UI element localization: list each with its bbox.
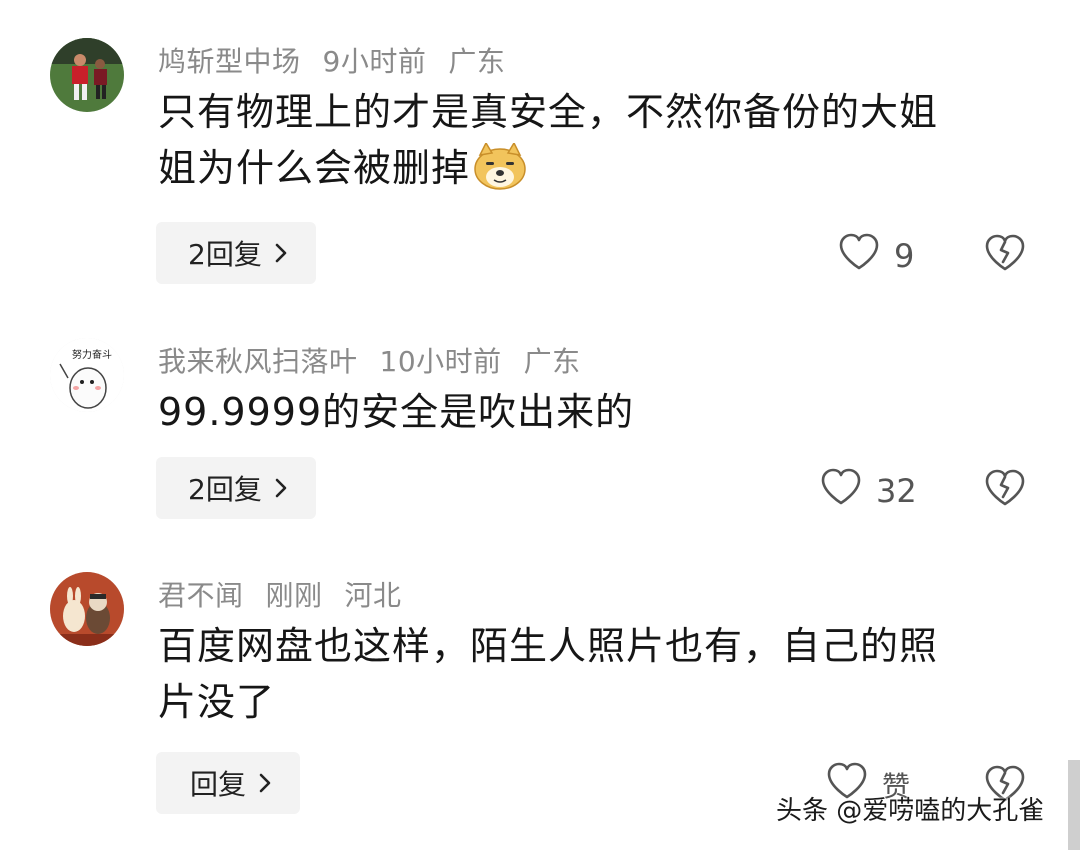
- broken-heart-icon: [985, 234, 1025, 271]
- reply-button[interactable]: 2回复: [156, 457, 316, 519]
- comment-text-line-2: 姐为什么会被删掉: [158, 146, 471, 190]
- doge-icon: [472, 141, 528, 206]
- comment-meta: 我来秋风扫落叶 10小时前 广东: [158, 340, 603, 380]
- like-button[interactable]: 32: [820, 468, 917, 514]
- comment-text: 只有物理上的才是真安全，不然你备份的大姐 姐为什么会被删掉: [158, 84, 1018, 206]
- reply-label: 回复: [190, 768, 247, 801]
- like-count: 32: [876, 472, 917, 510]
- timestamp: 9小时前: [322, 45, 427, 78]
- reply-label: 2回复: [188, 473, 262, 506]
- heart-icon: [820, 468, 862, 514]
- comment-meta: 君不闻 刚刚 河北: [158, 574, 424, 614]
- comment-text-line: 只有物理上的才是真安全，不然你备份的大姐: [158, 90, 939, 134]
- timestamp: 10小时前: [379, 345, 502, 378]
- dislike-button[interactable]: [984, 233, 1026, 275]
- chevron-right-icon: [274, 242, 288, 264]
- reply-label: 2回复: [188, 238, 262, 271]
- dislike-button[interactable]: [984, 468, 1026, 510]
- comment-text: 百度网盘也这样，陌生人照片也有，自己的照 片没了: [158, 618, 1018, 730]
- chevron-right-icon: [258, 772, 272, 794]
- comment-text-line: 百度网盘也这样，陌生人照片也有，自己的照: [158, 624, 939, 668]
- comment-text: 99.9999的安全是吹出来的: [158, 390, 635, 434]
- reply-button[interactable]: 2回复: [156, 222, 316, 284]
- broken-heart-icon: [985, 469, 1025, 506]
- like-count: 9: [894, 237, 915, 275]
- like-button[interactable]: 9: [838, 233, 914, 279]
- location: 河北: [344, 579, 402, 612]
- location: 广东: [448, 45, 506, 78]
- avatar-caption: 努力奋斗: [72, 348, 112, 361]
- location: 广东: [523, 345, 581, 378]
- username[interactable]: 鸠斩型中场: [158, 45, 301, 78]
- comment-text-line: 片没了: [158, 680, 276, 724]
- timestamp: 刚刚: [265, 579, 323, 612]
- chevron-right-icon: [274, 477, 288, 499]
- heart-icon: [838, 233, 880, 279]
- reply-button[interactable]: 回复: [156, 752, 301, 814]
- watermark: 头条 @爱唠嗑的大孔雀: [776, 796, 1045, 826]
- username[interactable]: 我来秋风扫落叶: [158, 345, 358, 378]
- comment-meta: 鸠斩型中场 9小时前 广东: [158, 40, 527, 80]
- avatar[interactable]: 努力奋斗: [50, 338, 124, 412]
- avatar[interactable]: [50, 572, 124, 646]
- avatar[interactable]: [50, 38, 124, 112]
- username[interactable]: 君不闻: [158, 579, 244, 612]
- scrollbar[interactable]: [1068, 760, 1080, 850]
- comment-text-line: 姐为什么会被删掉: [158, 140, 1018, 206]
